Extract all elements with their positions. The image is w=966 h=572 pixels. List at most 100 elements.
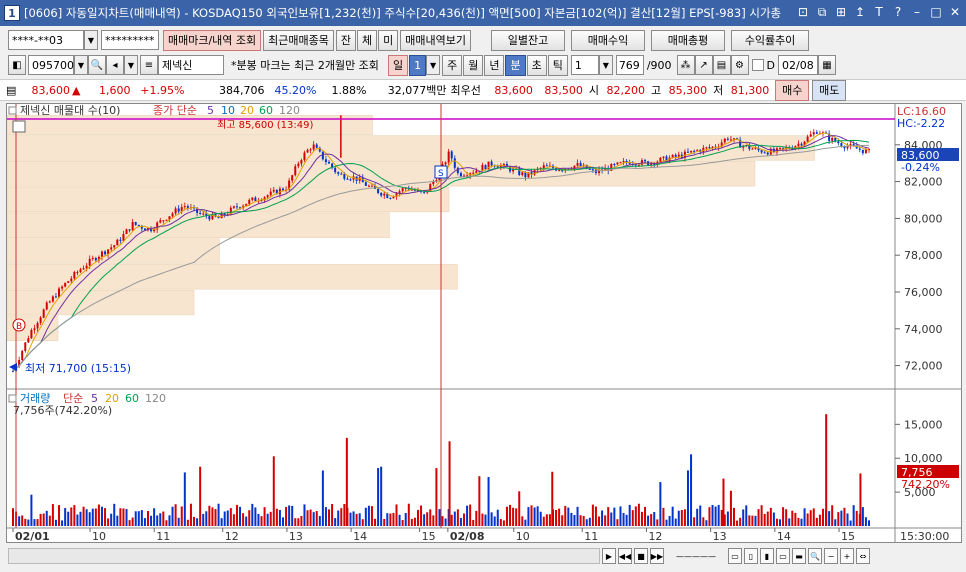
close-icon[interactable]: ✕: [948, 4, 962, 20]
count-input[interactable]: 769: [615, 55, 644, 75]
grid-toggle-icon[interactable]: [12, 120, 26, 133]
candle-body: [864, 149, 867, 154]
forward-icon[interactable]: ▶▶: [650, 548, 664, 564]
volume-bar: [779, 519, 782, 526]
link-icon[interactable]: ⊞: [834, 4, 848, 20]
candle-body: [367, 185, 370, 187]
prev-dropdown-icon[interactable]: ▼: [124, 55, 138, 75]
volume-bar: [785, 509, 788, 526]
volume-bar: [717, 504, 720, 526]
trade-eval-button[interactable]: 매매총평: [651, 29, 726, 51]
zoom-icon[interactable]: 🔍: [808, 548, 822, 564]
period-minute-button[interactable]: 분: [505, 54, 526, 76]
chart-scrollbar[interactable]: [8, 548, 600, 564]
volume-bar: [868, 520, 870, 526]
volume-bar: [189, 503, 192, 526]
rewind-icon[interactable]: ◀◀: [618, 548, 632, 564]
daily-balance-button[interactable]: 일별잔고: [491, 29, 566, 51]
volume-bar: [334, 518, 337, 526]
buy-button[interactable]: 매수: [775, 79, 810, 101]
view-1-icon[interactable]: ▯: [744, 548, 758, 564]
stop-icon[interactable]: ■: [634, 548, 648, 564]
period-number[interactable]: 1: [409, 54, 427, 76]
volume-bar: [607, 507, 610, 526]
sell-button[interactable]: 매도: [812, 79, 847, 101]
period-tick-button[interactable]: 틱: [547, 54, 568, 76]
zoom-thumb-icon[interactable]: ▭: [728, 548, 742, 564]
volume-legend-toggle-icon[interactable]: [8, 394, 17, 403]
chart-svg[interactable]: 제넥신 매물대 수(10) 종가 단순 5 10 20 60 120 최고 85…: [7, 104, 961, 542]
volume-bar: [51, 504, 54, 526]
code-dropdown-icon[interactable]: ▼: [74, 55, 88, 75]
period-dropdown-icon[interactable]: ▼: [426, 55, 441, 75]
chart-canvas[interactable]: 제넥신 매물대 수(10) 종가 단순 5 10 20 60 120 최고 85…: [6, 103, 962, 543]
volume-bar: [711, 504, 714, 526]
indicator-icon[interactable]: ⁂: [676, 55, 695, 75]
minimize-icon[interactable]: –: [910, 4, 924, 20]
save-icon[interactable]: ▤: [712, 55, 731, 75]
zoom-in-icon[interactable]: +: [840, 548, 854, 564]
candle-body: [754, 147, 757, 149]
trade-mark-button[interactable]: 매매마크/내역 조회: [163, 29, 262, 51]
stock-name-field: 제넥신: [158, 55, 224, 75]
period-second-button[interactable]: 초: [526, 54, 547, 76]
volume-bar: [861, 507, 864, 526]
legend-toggle-icon[interactable]: [8, 106, 17, 115]
font-icon[interactable]: T: [872, 4, 886, 20]
period-month-button[interactable]: 월: [463, 54, 484, 76]
account-input[interactable]: ****-**03: [8, 30, 84, 50]
gear-icon[interactable]: ⚙: [730, 55, 749, 75]
y-tick-label: 82,000: [904, 176, 943, 189]
stock-code-input[interactable]: 095700: [28, 55, 74, 75]
password-input[interactable]: *********: [101, 30, 159, 50]
screenshot-icon[interactable]: ⊡: [796, 4, 810, 20]
y-tick-label: 80,000: [904, 212, 943, 225]
volume-bar: [113, 503, 116, 526]
period-day-button[interactable]: 일: [387, 54, 409, 76]
zoom-out-icon[interactable]: −: [824, 548, 838, 564]
trade-profit-button[interactable]: 매매수익: [571, 29, 646, 51]
volume-bar: [524, 519, 527, 526]
copy-icon[interactable]: ⧉: [815, 4, 829, 20]
low-label: 저: [713, 84, 724, 97]
balance-button[interactable]: 잔: [335, 29, 357, 51]
volume-bar: [555, 509, 558, 526]
up-arrow-icon: ▲: [72, 83, 81, 97]
interval-input[interactable]: 1: [570, 55, 599, 75]
view-2-icon[interactable]: ▮: [760, 548, 774, 564]
zoom-slider[interactable]: —————: [666, 548, 726, 564]
maximize-icon[interactable]: □: [929, 4, 943, 20]
expand-icon[interactable]: ⇔: [856, 548, 870, 564]
help-icon[interactable]: ?: [891, 4, 905, 20]
period-week-button[interactable]: 주: [442, 54, 463, 76]
volume-bar: [502, 520, 505, 526]
chart-settings-icon[interactable]: ◧: [8, 55, 26, 75]
view-3-icon[interactable]: ▭: [776, 548, 790, 564]
current-price-pct: -0.24%: [901, 161, 940, 174]
volume-bar: [266, 513, 269, 526]
date-input[interactable]: 02/08: [778, 55, 818, 75]
scroll-right-icon[interactable]: ▶: [602, 548, 616, 564]
view-4-icon[interactable]: ▬: [792, 548, 806, 564]
interval-dropdown-icon[interactable]: ▼: [598, 55, 613, 75]
calendar-icon[interactable]: ▦: [818, 55, 836, 75]
period-year-button[interactable]: 년: [484, 54, 505, 76]
account-dropdown-icon[interactable]: ▼: [84, 30, 98, 50]
pending-button[interactable]: 미: [378, 29, 399, 51]
executed-button[interactable]: 체: [357, 29, 378, 51]
recent-trades-button[interactable]: 최근매매종목: [263, 29, 334, 51]
trade-history-button[interactable]: 매매내역보기: [400, 29, 472, 51]
price-change: 1,600: [98, 83, 131, 97]
pin-icon[interactable]: ↥: [853, 4, 867, 20]
search-icon[interactable]: 🔍: [88, 55, 106, 75]
prev-stock-icon[interactable]: ◂: [106, 55, 124, 75]
drawing-tool-icon[interactable]: ↗: [694, 55, 713, 75]
date-checkbox[interactable]: [751, 59, 764, 71]
return-trend-button[interactable]: 수익률추이: [731, 29, 810, 51]
menu-icon[interactable]: ▤: [6, 84, 20, 97]
candle-body: [122, 233, 125, 241]
candle-body: [729, 139, 732, 141]
candle-body: [30, 330, 33, 339]
turnover-ratio: 1.88%: [331, 83, 367, 97]
volume-bar: [766, 511, 769, 526]
